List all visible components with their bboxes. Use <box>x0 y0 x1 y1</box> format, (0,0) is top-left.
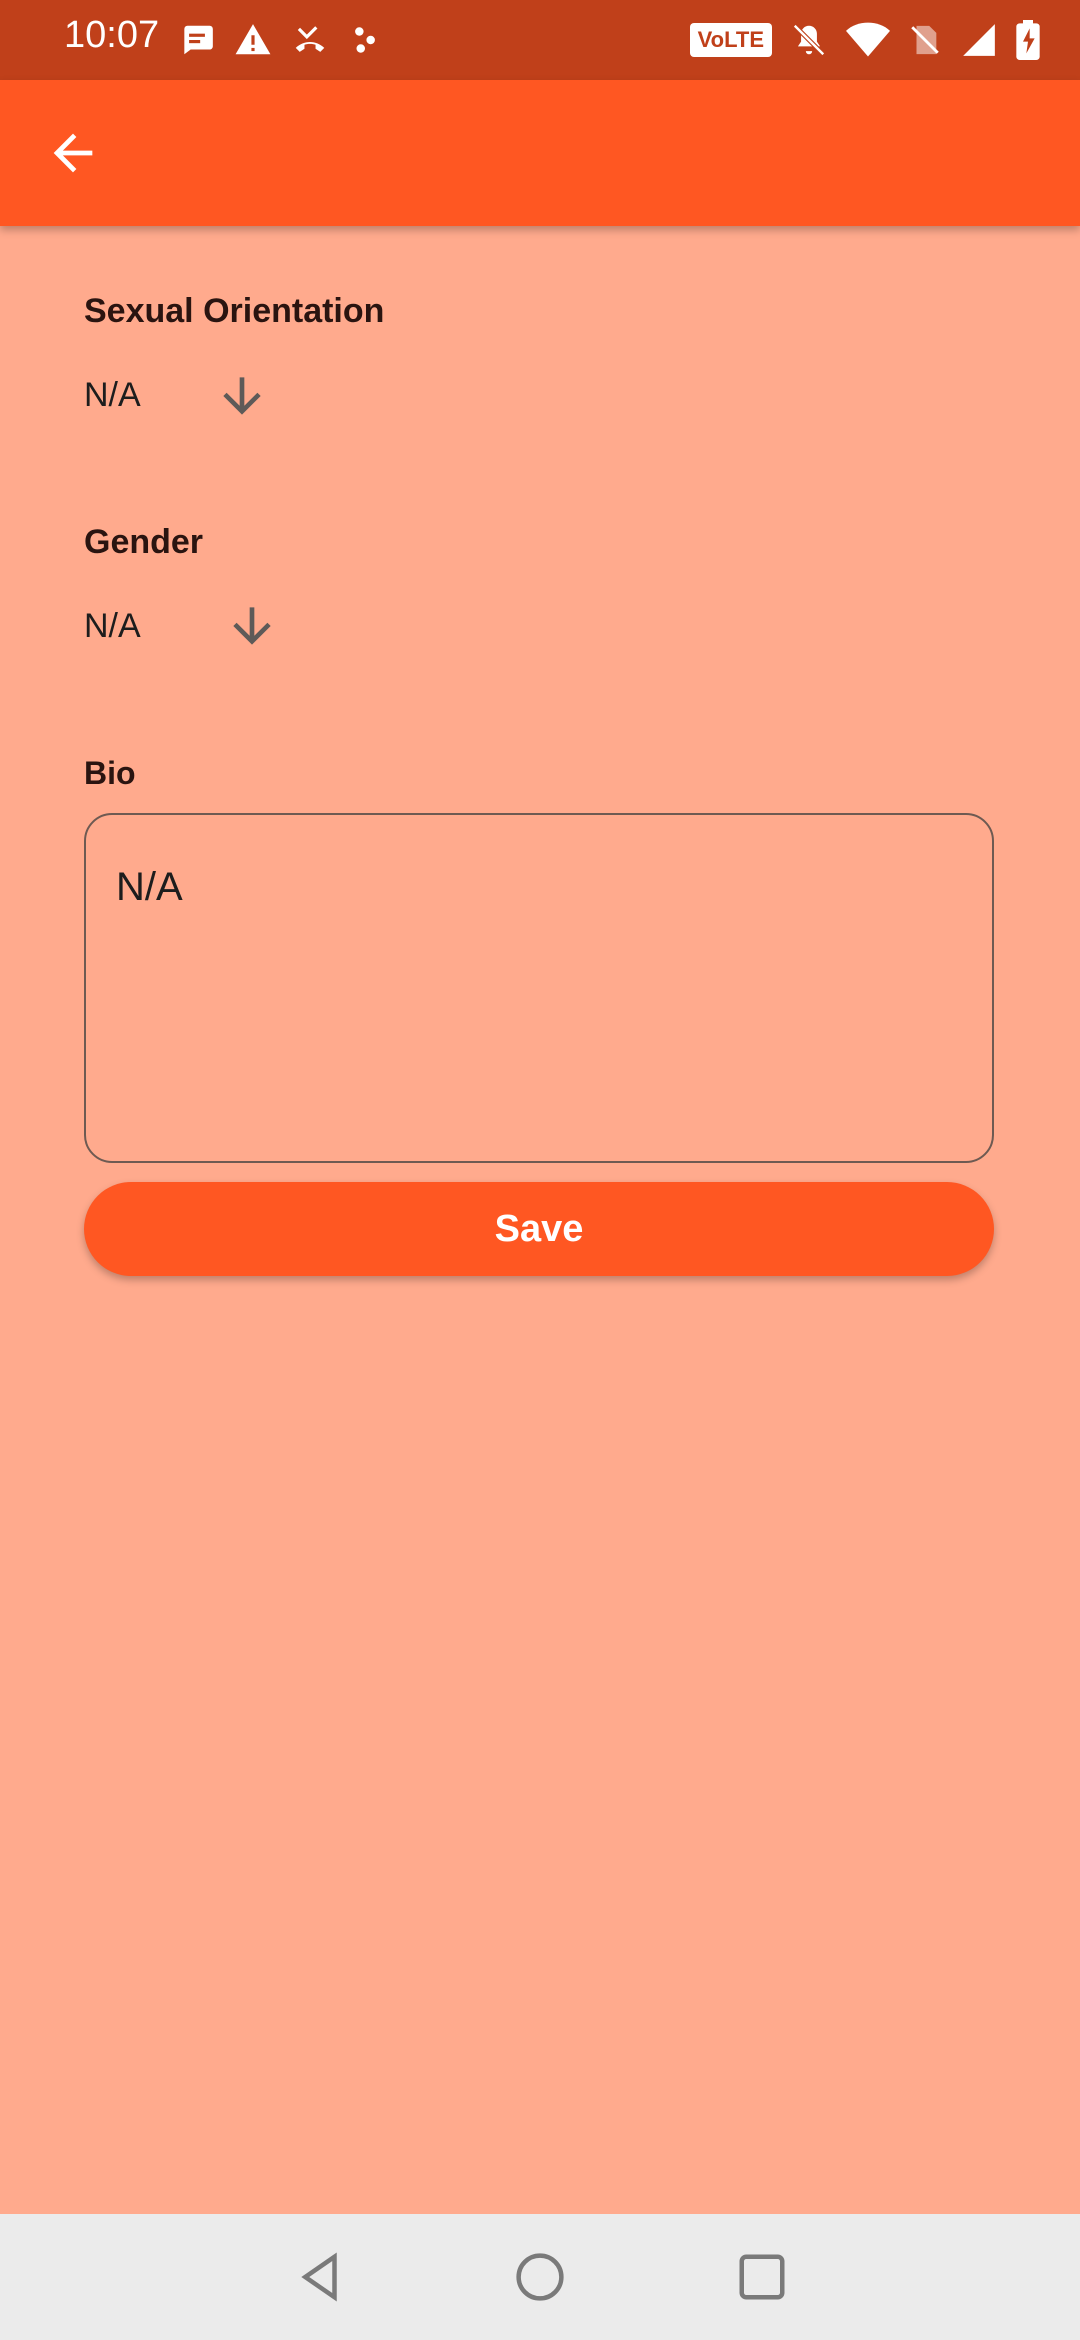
status-bar: 10:07 VoLTE <box>0 0 1080 80</box>
mute-icon <box>793 24 825 56</box>
signal-icon <box>963 24 995 56</box>
arrow-left-icon[interactable] <box>44 124 102 182</box>
status-icons-left <box>178 18 382 62</box>
home-circle-icon[interactable] <box>513 2250 567 2304</box>
bio-textarea[interactable]: N/A <box>84 813 994 1163</box>
volte-icon: VoLTE <box>689 23 772 57</box>
message-icon <box>184 25 213 55</box>
bio-label: Bio <box>84 755 136 791</box>
recents-square-icon[interactable] <box>735 2250 789 2304</box>
status-icons-right: VoLTE <box>689 18 1040 62</box>
sexual-orientation-label: Sexual Orientation <box>84 292 385 330</box>
sexual-orientation-value[interactable]: N/A <box>84 376 141 415</box>
warning-icon <box>235 24 271 55</box>
app-bar <box>0 80 1080 226</box>
no-sim-icon <box>911 25 939 55</box>
system-nav-bar <box>0 2214 1080 2340</box>
gender-label: Gender <box>84 523 204 561</box>
wifi-icon <box>846 22 890 57</box>
sexual-orientation-dropdown-arrow-down-icon[interactable] <box>214 368 270 424</box>
missed-call-icon <box>295 26 325 52</box>
gender-value[interactable]: N/A <box>84 607 141 646</box>
gender-dropdown-arrow-down-icon[interactable] <box>224 598 280 654</box>
status-time: 10:07 <box>64 14 160 56</box>
save-button[interactable]: Save <box>84 1182 994 1276</box>
bio-text: N/A <box>116 865 183 909</box>
back-triangle-icon[interactable] <box>294 2250 348 2304</box>
app-notification-icon <box>355 27 375 53</box>
battery-charging-icon <box>1016 20 1040 60</box>
